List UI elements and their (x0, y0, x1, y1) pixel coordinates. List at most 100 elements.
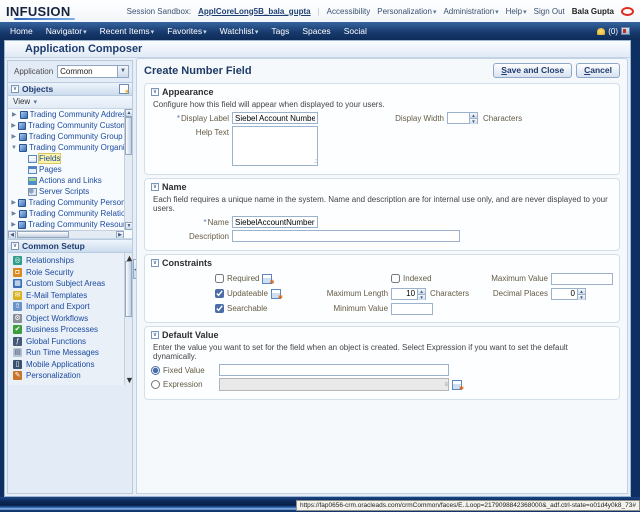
fixed-value-input[interactable] (219, 364, 449, 376)
setup-item-relationships[interactable]: ◎Relationships (8, 255, 124, 267)
common-setup-section-header[interactable]: ∨ Common Setup (8, 239, 132, 253)
new-object-icon[interactable] (119, 84, 129, 94)
expression-builder-icon[interactable] (262, 274, 272, 284)
nav-watchlist[interactable]: Watchlist▾ (220, 26, 259, 36)
nav-spaces[interactable]: Spaces (302, 26, 330, 36)
indexed-checkbox[interactable] (391, 274, 400, 283)
setup-vertical-scrollbar[interactable]: ▲ ▼ (124, 253, 132, 385)
setup-item-custom-subject-areas[interactable]: ▦Custom Subject Areas (8, 278, 124, 290)
application-select[interactable]: Common ▼ (57, 65, 129, 78)
setup-item-run-time-messages[interactable]: ▤Run Time Messages (8, 347, 124, 359)
scrollbar-right-button[interactable]: ▶ (116, 231, 124, 239)
objects-section-header[interactable]: ∨ Objects (8, 82, 132, 96)
expand-icon[interactable]: ▶ (11, 221, 16, 228)
expand-icon[interactable]: ▶ (11, 199, 16, 206)
nav-home[interactable]: Home (10, 26, 33, 36)
expression-radio[interactable] (151, 380, 160, 389)
setup-item-role-security[interactable]: ◘Role Security (8, 267, 124, 279)
maximum-value-input[interactable] (551, 273, 613, 285)
scrollbar-left-button[interactable]: ◀ (8, 231, 16, 239)
required-checkbox[interactable] (215, 274, 224, 283)
scrollbar-down-button[interactable]: ▼ (125, 222, 132, 230)
expand-icon[interactable]: ▶ (11, 210, 17, 217)
tree-vertical-scrollbar[interactable]: ▲ ▼ (124, 109, 132, 230)
resize-handle-icon[interactable]: .:: (314, 159, 316, 165)
tree-item-trading-community-person-profile[interactable]: ▶Trading Community Person Profile (8, 197, 124, 208)
spinner-buttons[interactable]: ▲▼ (417, 288, 426, 300)
display-width-input[interactable] (447, 112, 469, 124)
display-label-input[interactable] (232, 112, 318, 124)
tree-item-trading-community-resource-profile[interactable]: ▶Trading Community Resource Profile (8, 219, 124, 230)
scrollbar-down-button[interactable]: ▼ (125, 375, 133, 385)
help-text-textarea[interactable]: .:: (232, 126, 318, 166)
spinner-buttons[interactable]: ▲▼ (577, 288, 586, 300)
personalization-menu[interactable]: Personalization▾ (377, 7, 436, 16)
caret-down-icon: ▾ (151, 29, 155, 36)
collapse-expanded-icon[interactable]: ▼ (11, 145, 17, 151)
searchable-checkbox[interactable] (215, 304, 224, 313)
nav-navigator[interactable]: Navigator▾ (46, 26, 87, 36)
display-width-label: Display Width (354, 114, 444, 123)
tree-item-server-scripts[interactable]: Server Scripts (8, 186, 124, 197)
setup-item-business-processes[interactable]: ✔Business Processes (8, 324, 124, 336)
tree-item-pages[interactable]: Pages (8, 164, 124, 175)
expression-builder-icon[interactable] (271, 289, 281, 299)
scrollbar-thumb[interactable] (125, 261, 132, 317)
session-sandbox-link[interactable]: ApplCoreLong5B_bala_gupta (198, 7, 310, 16)
worklist-icon[interactable] (621, 27, 630, 35)
tree-item-fields[interactable]: Fields (8, 153, 124, 164)
cancel-button[interactable]: Cancel (576, 63, 620, 78)
nav-recent-items[interactable]: Recent Items▾ (100, 26, 155, 36)
import-export-icon: ⇧ (13, 302, 22, 311)
setup-item-object-workflows[interactable]: ⚙Object Workflows (8, 313, 124, 325)
sign-out-link[interactable]: Sign Out (534, 7, 565, 16)
help-menu[interactable]: Help▾ (506, 7, 527, 16)
tree-toolbar: View ▾ (8, 96, 132, 109)
nav-social[interactable]: Social (344, 26, 367, 36)
name-input[interactable] (232, 216, 318, 228)
administration-menu[interactable]: Administration▾ (443, 7, 498, 16)
maximum-length-input[interactable] (391, 288, 417, 300)
common-setup-panel: ◎Relationships ◘Role Security ▦Custom Su… (8, 253, 132, 385)
collapse-icon[interactable]: ∨ (11, 85, 19, 93)
setup-item-email-templates[interactable]: ✉E-Mail Templates (8, 290, 124, 302)
collapse-icon[interactable]: ∨ (151, 259, 159, 267)
setup-item-mobile-applications[interactable]: ▯Mobile Applications (8, 359, 124, 371)
default-value-section: ∨ Default Value Enter the value you want… (144, 326, 620, 400)
scrollbar-thumb[interactable] (125, 117, 132, 155)
decimal-places-input[interactable] (551, 288, 577, 300)
collapse-icon[interactable]: ∨ (11, 242, 19, 250)
setup-item-personalization[interactable]: ✎Personalization (8, 370, 124, 382)
default-value-description: Enter the value you want to set for the … (153, 343, 613, 361)
collapse-icon[interactable]: ∨ (151, 183, 159, 191)
collapse-icon[interactable]: ∨ (151, 88, 159, 96)
nav-favorites[interactable]: Favorites▾ (167, 26, 206, 36)
tree-item-trading-community-address[interactable]: ▶Trading Community Address (8, 109, 124, 120)
tree-item-trading-community-relationship[interactable]: ▶Trading Community Relationship (8, 208, 124, 219)
tree-horizontal-scrollbar[interactable]: ◀ ▶ (8, 230, 124, 238)
expand-icon[interactable]: ▶ (11, 133, 17, 140)
alerts-bell-icon[interactable] (597, 28, 605, 35)
setup-item-global-functions[interactable]: ƒGlobal Functions (8, 336, 124, 348)
collapse-icon[interactable]: ∨ (151, 331, 159, 339)
view-menu-button[interactable]: View ▾ (13, 97, 37, 106)
tree-item-actions-and-links[interactable]: Actions and Links (8, 175, 124, 186)
description-input[interactable] (232, 230, 460, 242)
caret-down-icon[interactable]: ▼ (117, 66, 128, 77)
save-and-close-button[interactable]: Save and Close (493, 63, 572, 78)
scrollbar-thumb[interactable] (17, 231, 69, 238)
expand-icon[interactable]: ▶ (11, 111, 18, 118)
updateable-checkbox[interactable] (215, 289, 224, 298)
minimum-value-input[interactable] (391, 303, 433, 315)
expression-builder-icon[interactable] (452, 380, 462, 390)
tree-item-trading-community-group-profile[interactable]: ▶Trading Community Group Profile (8, 131, 124, 142)
scrollbar-up-button[interactable]: ▲ (125, 109, 132, 117)
nav-tags[interactable]: Tags (271, 26, 289, 36)
tree-item-trading-community-customer-contact[interactable]: ▶Trading Community Customer Contac (8, 120, 124, 131)
setup-item-import-and-export[interactable]: ⇧Import and Export (8, 301, 124, 313)
tree-item-trading-community-organization-profile[interactable]: ▼Trading Community Organization Prof (8, 142, 124, 153)
expand-icon[interactable]: ▶ (11, 122, 16, 129)
fixed-value-radio[interactable] (151, 366, 160, 375)
accessibility-link[interactable]: Accessibility (327, 7, 371, 16)
spinner-buttons[interactable]: ▲▼ (469, 112, 478, 124)
